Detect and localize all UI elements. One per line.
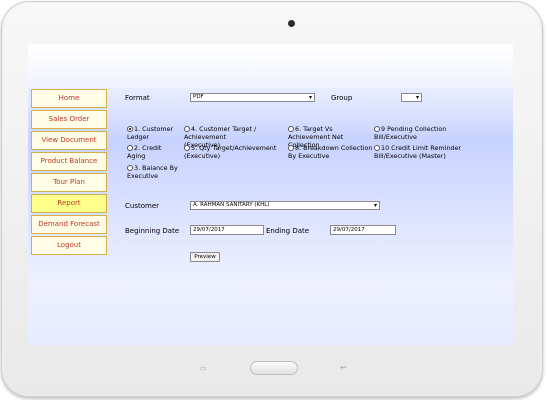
sidebar-item-home[interactable]: Home <box>31 89 107 108</box>
radio-unselected-icon <box>184 145 190 151</box>
customer-label: Customer <box>125 202 160 210</box>
back-icon[interactable]: ↩ <box>340 364 347 372</box>
radio-unselected-icon <box>127 165 133 171</box>
group-select[interactable]: ▾ <box>401 93 422 102</box>
radio-option-breakdown-collection[interactable]: 8. Breakdown Collection By Executive <box>288 144 374 160</box>
sidebar: Home Sales Order View Document Product B… <box>31 89 107 257</box>
chevron-down-icon: ▾ <box>415 94 419 101</box>
format-select-value: PDF <box>193 94 204 100</box>
radio-unselected-icon <box>127 145 133 151</box>
radio-label: 5. Qty Target/Achievement (Executive) <box>184 144 277 160</box>
radio-option-pending-collection[interactable]: 9 Pending Collection Bill/Executive <box>374 125 454 141</box>
ending-date-input[interactable]: 29/07/2017 <box>330 225 396 235</box>
ending-date-label: Ending Date <box>266 227 310 235</box>
radio-option-qty-target[interactable]: 5. Qty Target/Achievement (Executive) <box>184 144 282 160</box>
radio-unselected-icon <box>288 126 294 132</box>
chevron-down-icon: ▾ <box>308 94 312 101</box>
radio-label: 3. Balance By Executive <box>127 164 178 180</box>
sidebar-item-logout[interactable]: Logout <box>31 236 107 255</box>
sidebar-item-view-document[interactable]: View Document <box>31 131 107 150</box>
sidebar-item-report[interactable]: Report <box>31 194 107 213</box>
radio-option-customer-ledger[interactable]: 1. Customer Ledger <box>127 125 183 141</box>
sidebar-item-demand-forecast[interactable]: Demand Forecast <box>31 215 107 234</box>
radio-unselected-icon <box>374 126 380 132</box>
recent-apps-icon[interactable]: ▭ <box>200 365 207 372</box>
chevron-down-icon: ▾ <box>373 202 377 209</box>
radio-unselected-icon <box>184 126 190 132</box>
group-label: Group <box>331 94 353 102</box>
app-screen: Home Sales Order View Document Product B… <box>28 44 513 345</box>
customer-select[interactable]: A. RAHMAN SANITARY (KHL) ▾ <box>190 201 380 210</box>
radio-option-balance-by-executive[interactable]: 3. Balance By Executive <box>127 164 187 180</box>
beginning-date-input[interactable]: 29/07/2017 <box>190 225 264 235</box>
radio-unselected-icon <box>374 145 380 151</box>
radio-option-credit-limit-reminder[interactable]: 10 Credit Limit Reminder Bill/Executive … <box>374 144 466 160</box>
beginning-date-label: Beginning Date <box>125 227 180 235</box>
customer-select-value: A. RAHMAN SANITARY (KHL) <box>193 202 270 208</box>
sidebar-item-sales-order[interactable]: Sales Order <box>31 110 107 129</box>
format-select[interactable]: PDF ▾ <box>190 93 315 102</box>
radio-label: 10 Credit Limit Reminder Bill/Executive … <box>374 144 462 160</box>
radio-unselected-icon <box>288 145 294 151</box>
sidebar-item-tour-plan[interactable]: Tour Plan <box>31 173 107 192</box>
radio-label: 9 Pending Collection Bill/Executive <box>374 125 447 141</box>
camera-icon <box>288 20 295 27</box>
radio-option-credit-aging[interactable]: 2. Credit Aging <box>127 144 181 160</box>
home-button[interactable] <box>250 361 298 375</box>
header-band <box>28 44 513 88</box>
format-label: Format <box>125 94 150 102</box>
sidebar-item-product-balance[interactable]: Product Balance <box>31 152 107 171</box>
preview-button[interactable]: Preview <box>190 252 220 262</box>
radio-label: 1. Customer Ledger <box>127 125 174 141</box>
radio-selected-icon <box>127 126 133 132</box>
radio-label: 8. Breakdown Collection By Executive <box>288 144 373 160</box>
